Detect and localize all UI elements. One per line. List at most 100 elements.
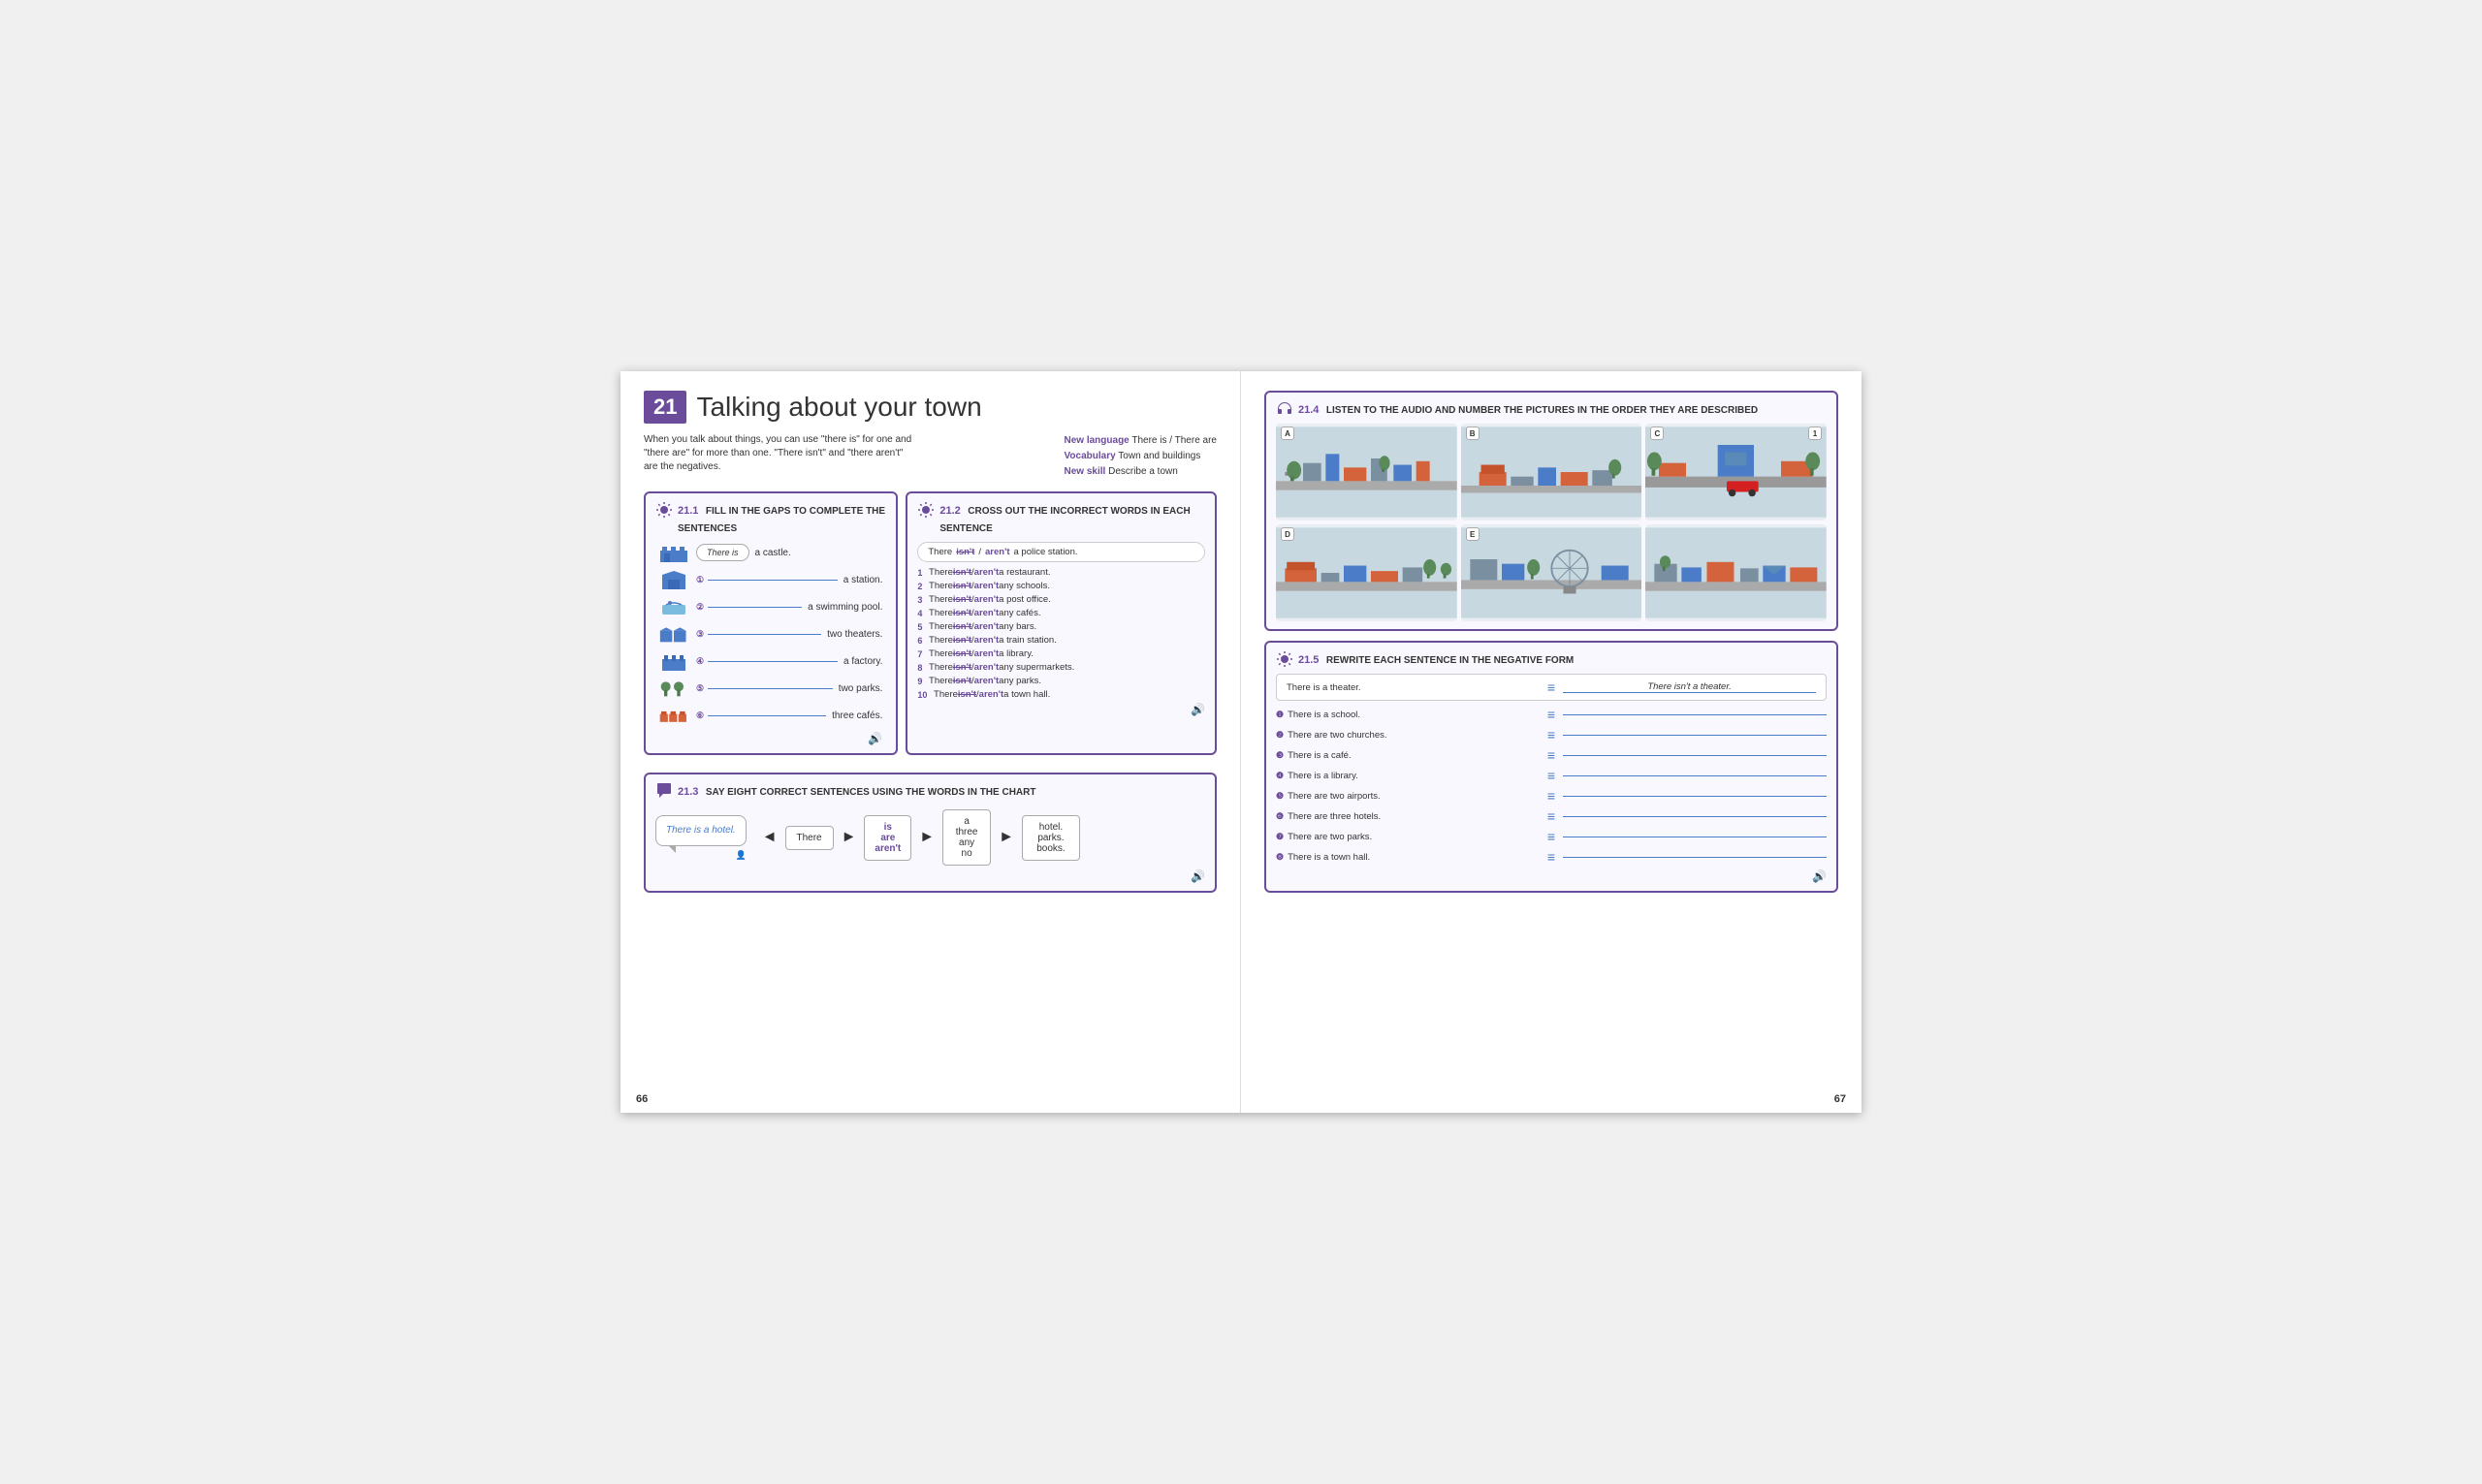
strike-8: isn't [953, 662, 971, 673]
rewrite-num-8: ❽ [1276, 852, 1284, 863]
example-answer-box: There is [696, 544, 749, 561]
page-number-left: 66 [636, 1093, 648, 1105]
crossout-num-10: 10 [917, 690, 927, 700]
row-num-3: ③ [696, 629, 704, 640]
fill-text-3: two theaters. [827, 629, 882, 640]
row-num-4: ④ [696, 656, 704, 667]
rewrite-example-right: There isn't a theater. [1563, 681, 1816, 693]
crossout-num-1: 1 [917, 568, 922, 578]
ex21-5-header-text: 21.5 REWRITE EACH SENTENCE IN THE NEGATI… [1298, 650, 1574, 668]
fill-text-4: a factory. [843, 656, 882, 667]
headphone-icon [1276, 400, 1293, 418]
audio-icon-21-2[interactable]: 🔊 [917, 703, 1205, 716]
ex21-1-number: 21.1 [678, 505, 698, 517]
rewrite-text-2: There are two churches. [1288, 730, 1386, 741]
rewrite-example-left: There is a theater. [1287, 682, 1540, 693]
ex21-3-header-text: 21.3 SAY EIGHT CORRECT SENTENCES USING T… [678, 782, 1035, 800]
fill-row-2: ② a swimming pool. [659, 596, 882, 617]
station-icon [659, 569, 688, 590]
speech-icon [655, 782, 673, 800]
equals-sign-example: ≡ [1547, 679, 1555, 695]
theater-icon [659, 623, 688, 645]
gear-icon-5 [1276, 650, 1293, 668]
arrow-1: ◄ [762, 829, 778, 846]
crossout-row-5: 5 There isn't / aren't any bars. [917, 621, 1205, 632]
strike-6: isn't [953, 635, 971, 646]
audio-icon-21-3[interactable]: 🔊 [655, 869, 1205, 883]
rewrite-text-5: There are two airports. [1288, 791, 1381, 802]
page-right: 21.4 LISTEN TO THE AUDIO AND NUMBER THE … [1241, 371, 1862, 1113]
example-answer: There is [707, 548, 739, 557]
exercise-21-4: 21.4 LISTEN TO THE AUDIO AND NUMBER THE … [1264, 391, 1838, 631]
crossout-row-10: 10 There isn't / aren't a town hall. [917, 689, 1205, 700]
rewrite-row-7: ❼ There are two parks. ≡ [1276, 829, 1827, 844]
ex21-2-instruction: CROSS OUT THE INCORRECT WORDS IN EACH SE… [939, 506, 1190, 534]
ex21-3-instruction: SAY EIGHT CORRECT SENTENCES USING THE WO… [706, 787, 1036, 798]
fill-gaps-content: There is a castle. [655, 542, 886, 745]
fill-row-3: ③ two theaters. [659, 623, 882, 645]
card-label-e: E [1466, 527, 1480, 541]
exercise-21-3: 21.3 SAY EIGHT CORRECT SENTENCES USING T… [644, 773, 1217, 893]
chart-node-det: a three any no [942, 809, 991, 866]
town-card-b: B [1461, 424, 1642, 521]
fill-line-1[interactable] [708, 580, 838, 581]
town-card-e: E [1461, 524, 1642, 621]
fill-row-6: ⑥ three cafés. [659, 705, 882, 726]
rewrite-text-1: There is a school. [1288, 710, 1360, 720]
new-skill-row: New skill Describe a town [1065, 464, 1218, 480]
card-label-d: D [1281, 527, 1294, 541]
fill-line-2[interactable] [708, 607, 802, 608]
audio-icon-21-1[interactable]: 🔊 [659, 732, 882, 745]
chart-node-noun: hotel. parks. books. [1022, 815, 1080, 861]
crossout-row-7: 7 There isn't / aren't a library. [917, 648, 1205, 659]
equals-2: ≡ [1547, 727, 1555, 742]
crossout-num-3: 3 [917, 595, 922, 605]
example-answer-text: There isn't a theater. [1647, 681, 1731, 692]
rewrite-row-left-5: ❺ There are two airports. [1276, 791, 1540, 802]
new-language-val: There is / There are [1131, 435, 1217, 446]
rewrite-line-4[interactable] [1563, 775, 1827, 776]
exercise-21-5: 21.5 REWRITE EACH SENTENCE IN THE NEGATI… [1264, 641, 1838, 893]
fill-line-5[interactable] [708, 688, 833, 689]
fill-text-6: three cafés. [832, 710, 882, 721]
equals-5: ≡ [1547, 788, 1555, 804]
example-text: a castle. [755, 548, 791, 558]
fill-line-4[interactable] [708, 661, 838, 662]
audio-icon-21-5[interactable]: 🔊 [1276, 869, 1827, 883]
crossout-num-5: 5 [917, 622, 922, 632]
fill-line-6[interactable] [708, 715, 826, 716]
town-card-a: A [1276, 424, 1457, 521]
top-row: 21.1 FILL IN THE GAPS TO COMPLETE THE SE… [644, 491, 1217, 765]
rewrite-line-1[interactable] [1563, 714, 1827, 715]
speech-text: There is a hotel. [666, 824, 736, 837]
rewrite-row-left-3: ❸ There is a café. [1276, 750, 1540, 761]
equals-4: ≡ [1547, 768, 1555, 783]
ex21-4-number: 21.4 [1298, 404, 1319, 416]
rewrite-rows: ❶ There is a school. ≡ ❷ There are two c… [1276, 707, 1827, 865]
rewrite-line-8[interactable] [1563, 857, 1827, 858]
rewrite-num-4: ❹ [1276, 771, 1284, 781]
card-number-c: 1 [1808, 426, 1822, 440]
rewrite-line-3[interactable] [1563, 755, 1827, 756]
fill-line-3[interactable] [708, 634, 821, 635]
rewrite-row-left-4: ❹ There is a library. [1276, 771, 1540, 781]
rewrite-line-5[interactable] [1563, 796, 1827, 797]
ex21-5-header: 21.5 REWRITE EACH SENTENCE IN THE NEGATI… [1276, 650, 1827, 668]
rewrite-line-2[interactable] [1563, 735, 1827, 736]
rewrite-line-6[interactable] [1563, 816, 1827, 817]
lesson-title: Talking about your town [696, 392, 981, 423]
new-skill-val: Describe a town [1108, 466, 1178, 477]
keep-2: aren't [974, 581, 1000, 591]
rewrite-text-8: There is a town hall. [1288, 852, 1370, 863]
rewrite-row-left-1: ❶ There is a school. [1276, 710, 1540, 720]
equals-8: ≡ [1547, 849, 1555, 865]
chart-node-verb: is are aren't [864, 815, 911, 861]
speech-bubble-area: There is a hotel. 👤 [655, 815, 747, 861]
rewrite-row-4: ❹ There is a library. ≡ [1276, 768, 1827, 783]
intro-right: New language There is / There are Vocabu… [1065, 433, 1218, 480]
crossout-row-6: 6 There isn't / aren't a train station. [917, 635, 1205, 646]
rewrite-num-3: ❸ [1276, 750, 1284, 761]
crossout-num-4: 4 [917, 609, 922, 618]
vocabulary-row: Vocabulary Town and buildings [1065, 449, 1218, 464]
crossout-row-1: 1 There isn't / aren't a restaurant. [917, 567, 1205, 578]
